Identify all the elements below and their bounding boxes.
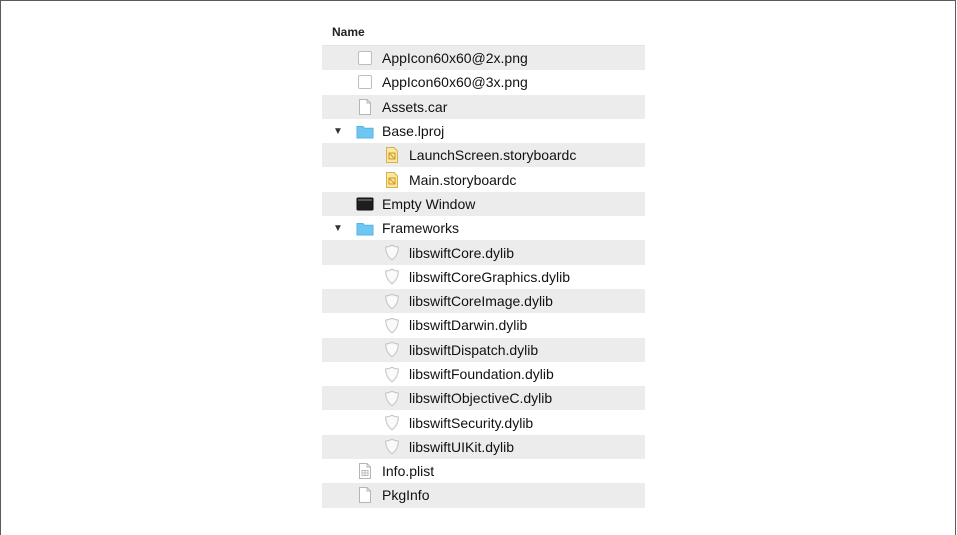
folder-icon [356, 122, 374, 140]
column-header-name[interactable]: Name [322, 20, 645, 46]
document-icon [356, 98, 374, 116]
image-file-icon [356, 49, 374, 67]
file-name: libswiftFoundation.dylib [409, 366, 554, 382]
library-shield-icon [383, 268, 401, 286]
file-row[interactable]: libswiftDarwin.dylib [322, 313, 645, 337]
storyboard-icon [383, 146, 401, 164]
library-shield-icon [383, 244, 401, 262]
file-row[interactable]: Main.storyboardc [322, 167, 645, 191]
folder-row[interactable]: ▼ Base.lproj [322, 119, 645, 143]
file-name: libswiftObjectiveC.dylib [409, 390, 553, 407]
folder-icon [356, 219, 374, 237]
file-name: Frameworks [382, 220, 460, 237]
file-row[interactable]: libswiftCoreImage.dylib [322, 288, 645, 314]
library-shield-icon [383, 341, 401, 359]
file-name: libswiftCore.dylib [409, 244, 515, 261]
file-name: AppIcon60x60@3x.png [382, 74, 528, 91]
image-file-icon [356, 73, 374, 91]
file-row[interactable]: libswiftFoundation.dylib [322, 362, 645, 386]
library-shield-icon [383, 365, 401, 383]
file-browser: Name AppIcon60x60@2x.png AppIcon60x60@3x.… [322, 20, 645, 512]
file-name: Info.plist [382, 463, 435, 480]
library-shield-icon [383, 292, 401, 310]
file-row[interactable]: libswiftObjectiveC.dylib [322, 386, 645, 411]
file-row[interactable]: libswiftCoreGraphics.dylib [322, 265, 645, 289]
storyboard-icon [383, 171, 401, 189]
library-shield-icon [383, 438, 401, 456]
file-name: AppIcon60x60@2x.png [382, 50, 528, 67]
file-name: Empty Window [382, 195, 476, 212]
file-row[interactable]: AppIcon60x60@3x.png [322, 70, 645, 94]
file-row[interactable]: Assets.car [322, 94, 645, 119]
file-row[interactable]: Empty Window [322, 191, 645, 217]
file-name: libswiftSecurity.dylib [409, 414, 534, 431]
file-name: libswiftDispatch.dylib [409, 341, 539, 358]
file-row[interactable]: libswiftSecurity.dylib [322, 410, 645, 434]
file-name: libswiftCoreImage.dylib [409, 293, 553, 310]
library-shield-icon [383, 414, 401, 432]
disclosure-triangle-icon[interactable]: ▼ [332, 216, 344, 240]
file-row[interactable]: libswiftUIKit.dylib [322, 434, 645, 460]
plist-icon [356, 462, 374, 480]
file-row[interactable]: PkgInfo [322, 483, 645, 508]
file-name: Base.lproj [382, 123, 445, 140]
file-row[interactable]: Info.plist [322, 459, 645, 483]
executable-icon [356, 195, 374, 213]
file-list: AppIcon60x60@2x.png AppIcon60x60@3x.png As… [322, 46, 645, 508]
library-shield-icon [383, 316, 401, 334]
file-name: libswiftUIKit.dylib [409, 438, 515, 455]
library-shield-icon [383, 389, 401, 407]
folder-row[interactable]: ▼ Frameworks [322, 216, 645, 240]
disclosure-triangle-icon[interactable]: ▼ [332, 119, 344, 143]
file-row[interactable]: AppIcon60x60@2x.png [322, 46, 645, 71]
file-row[interactable]: LaunchScreen.storyboardc [322, 143, 645, 168]
file-row[interactable]: libswiftCore.dylib [322, 240, 645, 265]
file-name: PkgInfo [382, 487, 430, 504]
document-icon [356, 486, 374, 504]
file-name: libswiftCoreGraphics.dylib [409, 268, 571, 285]
file-name: libswiftDarwin.dylib [409, 317, 528, 334]
file-name: Main.storyboardc [409, 171, 517, 188]
file-name: LaunchScreen.storyboardc [409, 147, 577, 164]
file-row[interactable]: libswiftDispatch.dylib [322, 337, 645, 362]
file-name: Assets.car [382, 98, 448, 115]
